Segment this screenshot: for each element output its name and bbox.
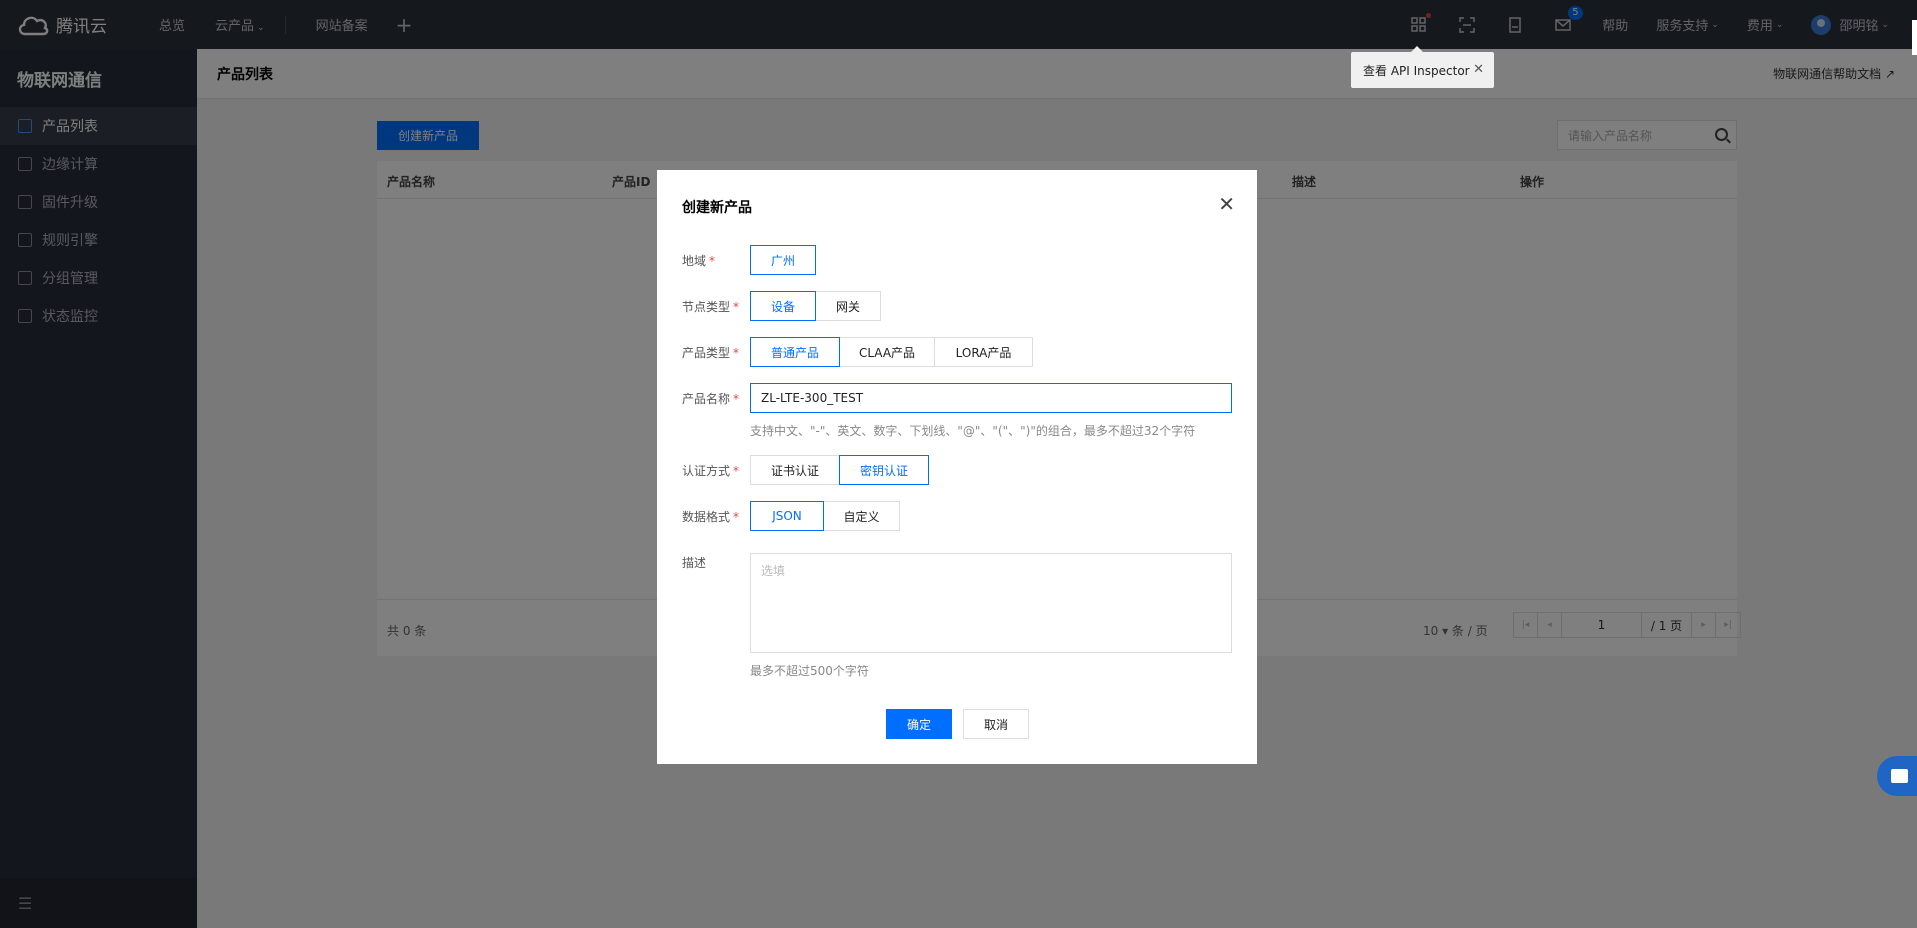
region-select: 广州 xyxy=(750,245,816,275)
cancel-button[interactable]: 取消 xyxy=(963,709,1029,739)
auth-option-certificate[interactable]: 证书认证 xyxy=(750,455,840,485)
confirm-button[interactable]: 确定 xyxy=(886,709,952,739)
data-format-select: JSON 自定义 xyxy=(750,501,900,531)
description-textarea[interactable]: 选填 xyxy=(750,553,1232,653)
auth-select: 证书认证 密钥认证 xyxy=(750,455,929,485)
required-mark: * xyxy=(709,254,716,268)
description-hint: 最多不超过500个字符 xyxy=(750,664,869,678)
api-inspector-tip[interactable]: 查看 API Inspector ✕ xyxy=(1351,46,1494,88)
data-format-label: 数据格式 * xyxy=(682,508,739,525)
api-inspector-label: 查看 API Inspector xyxy=(1363,63,1470,78)
create-product-dialog: 创建新产品 ✕ 地域 * 广州 节点类型 * 设备 网关 产品类型 * 普通产品 CL… xyxy=(657,170,1257,764)
node-type-option-device[interactable]: 设备 xyxy=(750,291,816,321)
product-type-select: 普通产品 CLAA产品 LORA产品 xyxy=(750,337,1033,367)
product-name-label: 产品名称 * xyxy=(682,390,739,407)
data-format-option-json[interactable]: JSON xyxy=(750,501,824,531)
node-type-label-text: 节点类型 xyxy=(682,300,731,314)
product-type-option-lora[interactable]: LORA产品 xyxy=(934,337,1033,367)
close-icon[interactable]: ✕ xyxy=(1473,62,1484,77)
product-type-option-claa[interactable]: CLAA产品 xyxy=(839,337,935,367)
node-type-option-gateway[interactable]: 网关 xyxy=(815,291,881,321)
auth-option-key[interactable]: 密钥认证 xyxy=(839,455,929,485)
edge-panel xyxy=(1912,20,1917,55)
product-type-label: 产品类型 * xyxy=(682,344,739,361)
product-name-label-text: 产品名称 xyxy=(682,392,731,406)
auth-label-text: 认证方式 xyxy=(682,464,731,478)
required-mark: * xyxy=(733,300,740,314)
close-icon[interactable]: ✕ xyxy=(1218,192,1235,216)
product-name-input[interactable]: ZL-LTE-300_TEST xyxy=(750,383,1232,413)
required-mark: * xyxy=(733,510,740,524)
chat-icon xyxy=(1891,769,1908,783)
data-format-label-text: 数据格式 xyxy=(682,510,731,524)
data-format-option-custom[interactable]: 自定义 xyxy=(823,501,900,531)
required-mark: * xyxy=(733,392,740,406)
product-name-hint: 支持中文、"-"、英文、数字、下划线、"@"、"("、")"的组合，最多不超过3… xyxy=(750,424,1196,438)
required-mark: * xyxy=(733,464,740,478)
chat-button[interactable] xyxy=(1877,756,1917,796)
product-type-option-normal[interactable]: 普通产品 xyxy=(750,337,840,367)
region-label-text: 地域 xyxy=(682,254,707,268)
auth-label: 认证方式 * xyxy=(682,462,739,479)
description-label: 描述 xyxy=(682,556,707,570)
required-mark: * xyxy=(733,346,740,360)
node-type-select: 设备 网关 xyxy=(750,291,881,321)
region-label: 地域 * xyxy=(682,252,715,269)
node-type-label: 节点类型 * xyxy=(682,298,739,315)
region-option-guangzhou[interactable]: 广州 xyxy=(750,245,816,275)
dialog-title: 创建新产品 xyxy=(682,200,752,216)
product-type-label-text: 产品类型 xyxy=(682,346,731,360)
